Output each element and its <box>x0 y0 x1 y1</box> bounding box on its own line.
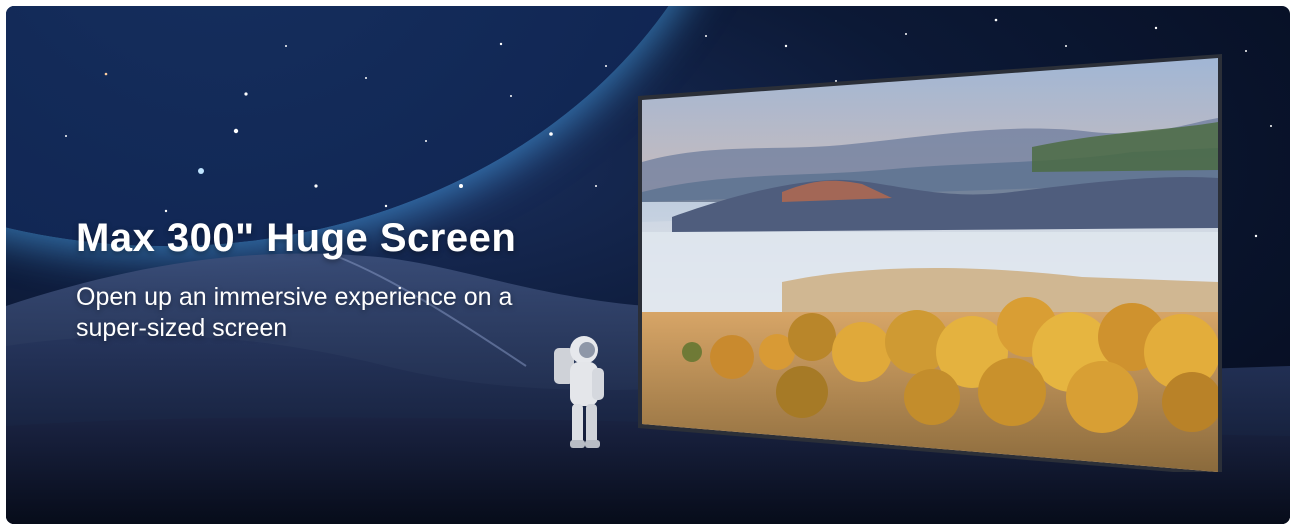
banner-subline: Open up an immersive experience on a sup… <box>76 283 513 342</box>
projection-screen-image <box>638 54 1222 472</box>
astronaut-figure <box>554 336 604 448</box>
banner-headline: Max 300" Huge Screen <box>76 216 517 260</box>
promo-banner: Max 300" Huge Screen Open up an immersiv… <box>6 6 1290 524</box>
